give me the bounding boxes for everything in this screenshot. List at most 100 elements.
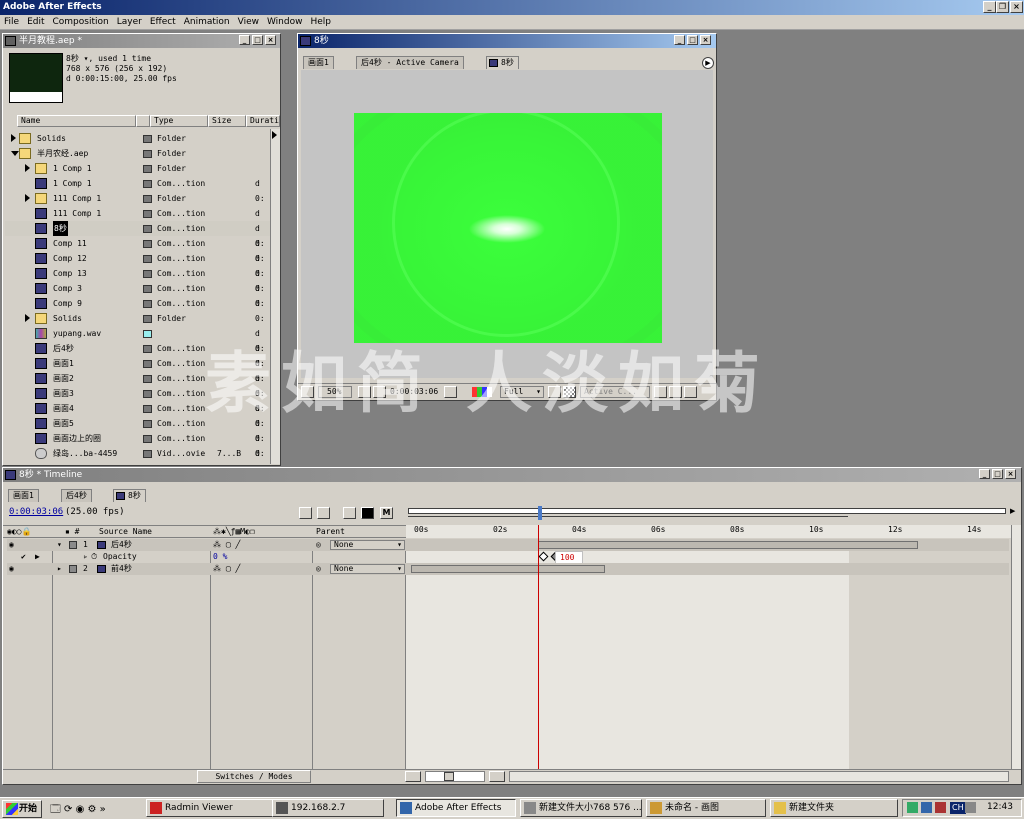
project-minimize-button[interactable]: _: [239, 35, 250, 45]
taskbar-item[interactable]: 未命名 - 画图: [646, 799, 766, 817]
switches-modes-toggle[interactable]: Switches / Modes: [197, 770, 311, 783]
column-duration[interactable]: Durati: [246, 115, 280, 127]
restore-button[interactable]: ❐: [996, 1, 1009, 13]
project-item[interactable]: Comp 3 Com...tion d 0:: [5, 281, 272, 308]
menu-view[interactable]: View: [234, 15, 263, 30]
current-time-indicator[interactable]: [538, 525, 539, 769]
source-name-column[interactable]: Source Name: [99, 527, 152, 536]
label-color[interactable]: [143, 150, 152, 158]
comp-close-button[interactable]: ×: [700, 35, 711, 45]
taskbar-item[interactable]: Radmin Viewer: [146, 799, 286, 817]
label-swatch[interactable]: [69, 565, 77, 573]
ime-icon[interactable]: [965, 802, 976, 813]
menu-edit[interactable]: Edit: [23, 15, 48, 30]
menu-help[interactable]: Help: [306, 15, 335, 30]
label-color[interactable]: [143, 270, 152, 278]
tray-app-icon[interactable]: [935, 802, 946, 813]
label-color[interactable]: [143, 375, 152, 383]
taskbar-item[interactable]: 新建文件夹: [770, 799, 898, 817]
timeline-scroll-left[interactable]: [405, 771, 421, 782]
expand-triangle[interactable]: ▸: [57, 563, 62, 575]
check-icon[interactable]: ✔: [21, 551, 26, 563]
timeline-hscrollbar[interactable]: [509, 771, 1009, 782]
video-eye-icon[interactable]: ◉: [9, 539, 14, 551]
label-color[interactable]: [143, 360, 152, 368]
timeline-maximize-button[interactable]: □: [992, 469, 1003, 479]
label-color[interactable]: [143, 390, 152, 398]
minimize-button[interactable]: _: [983, 1, 996, 13]
expand-triangle[interactable]: ▹: [83, 551, 88, 563]
label-color[interactable]: [143, 195, 152, 203]
label-color[interactable]: [143, 450, 152, 458]
project-item[interactable]: 绿岛...ba-4459Vid...ovie7...Bd 0:: [5, 446, 272, 461]
label-color[interactable]: [143, 240, 152, 248]
project-item[interactable]: Solids Folder: [5, 311, 272, 326]
column-size[interactable]: Size: [208, 115, 246, 127]
taskbar-item[interactable]: 新建文件大小768 576 ...: [520, 799, 642, 817]
menu-animation[interactable]: Animation: [180, 15, 234, 30]
project-item[interactable]: 111 Comp 1 Folder: [5, 191, 272, 206]
layer-duration-bar[interactable]: [538, 541, 918, 549]
video-eye-icon[interactable]: ◉: [9, 563, 14, 575]
project-item[interactable]: 半月农经.aep Folder: [5, 146, 272, 161]
layer-row-2[interactable]: ◉ ▸ 2 前4秒 ⁂ ▢ ╱ ◎ None ▾: [7, 563, 1009, 575]
project-item[interactable]: 画面边上的圈 Com...tion d 0:: [5, 431, 272, 458]
label-color[interactable]: [143, 165, 152, 173]
expand-triangle[interactable]: [25, 164, 30, 172]
expand-triangle[interactable]: [25, 314, 30, 322]
project-item[interactable]: Comp 13 Com...tion d 0:: [5, 266, 272, 293]
navigator-arrow-icon[interactable]: ▶: [35, 551, 40, 563]
time-navigator[interactable]: [408, 506, 1008, 522]
lock-icon[interactable]: [317, 507, 330, 519]
parent-select[interactable]: None ▾: [330, 540, 405, 550]
label-color[interactable]: [143, 405, 152, 413]
expand-triangle[interactable]: [11, 151, 19, 156]
timeline-tab-3[interactable]: 8秒: [113, 489, 146, 502]
project-item[interactable]: Solids Folder: [5, 131, 272, 146]
comp-options-button[interactable]: ▶: [702, 57, 714, 69]
column-type[interactable]: Type: [150, 115, 208, 127]
project-item[interactable]: Comp 11 Com...tion d 0:: [5, 236, 272, 263]
comp-tab-2[interactable]: 后4秒 - Active Camera: [356, 56, 464, 69]
menu-layer[interactable]: Layer: [113, 15, 146, 30]
taskbar-item[interactable]: Adobe After Effects: [396, 799, 516, 817]
label-color[interactable]: [143, 315, 152, 323]
menu-file[interactable]: File: [0, 15, 23, 30]
project-item[interactable]: 8秒 Com...tion d 0:: [5, 221, 272, 248]
layer-switches[interactable]: ⁂ ▢ ╱: [213, 539, 240, 551]
project-item[interactable]: 111 Comp 1Com...tiond 0:: [5, 206, 272, 233]
frame-blending-button[interactable]: [361, 507, 374, 519]
project-item[interactable]: Comp 12 Com...tion d 0:: [5, 251, 272, 278]
project-item[interactable]: 1 Comp 1 Com...tion d 0:: [5, 176, 272, 203]
label-color[interactable]: [143, 435, 152, 443]
label-color[interactable]: [143, 345, 152, 353]
timeline-options-icon[interactable]: ▶: [1010, 507, 1020, 517]
expand-triangle[interactable]: [11, 134, 16, 142]
opacity-value[interactable]: 0 %: [213, 551, 227, 563]
label-color[interactable]: [143, 180, 152, 188]
time-ruler[interactable]: 00s 02s 04s 06s 08s 10s 12s 14s: [406, 525, 1011, 538]
menu-window[interactable]: Window: [263, 15, 307, 30]
keyframe-1[interactable]: [538, 551, 549, 562]
label-color[interactable]: [143, 420, 152, 428]
timeline-timecode[interactable]: 0:00:03:06: [9, 507, 63, 517]
comp-tab-1[interactable]: 画面1: [303, 56, 334, 69]
project-item[interactable]: Comp 9 Com...tion d 0:: [5, 296, 272, 323]
start-button[interactable]: 开始: [2, 800, 42, 818]
timeline-tab-1[interactable]: 画面1: [8, 489, 39, 502]
language-indicator[interactable]: CH: [950, 802, 966, 814]
menu-effect[interactable]: Effect: [146, 15, 180, 30]
label-color[interactable]: [143, 330, 152, 338]
label-color[interactable]: [143, 285, 152, 293]
motion-blur-button[interactable]: M: [380, 507, 393, 519]
label-swatch[interactable]: [69, 541, 77, 549]
parent-pick-whip-icon[interactable]: ◎: [316, 539, 321, 551]
parent-select[interactable]: None ▾: [330, 564, 405, 574]
project-close-button[interactable]: ×: [265, 35, 276, 45]
layer-duration-bar[interactable]: [411, 565, 605, 573]
comp-maximize-button[interactable]: □: [687, 35, 698, 45]
project-item[interactable]: 1 Comp 1 Folder: [5, 161, 272, 176]
label-color[interactable]: [143, 135, 152, 143]
property-row-opacity[interactable]: ✔ ▶ ▹ ⏱ Opacity 0 % 100: [7, 551, 1009, 565]
layer-name[interactable]: 前4秒: [111, 563, 132, 575]
